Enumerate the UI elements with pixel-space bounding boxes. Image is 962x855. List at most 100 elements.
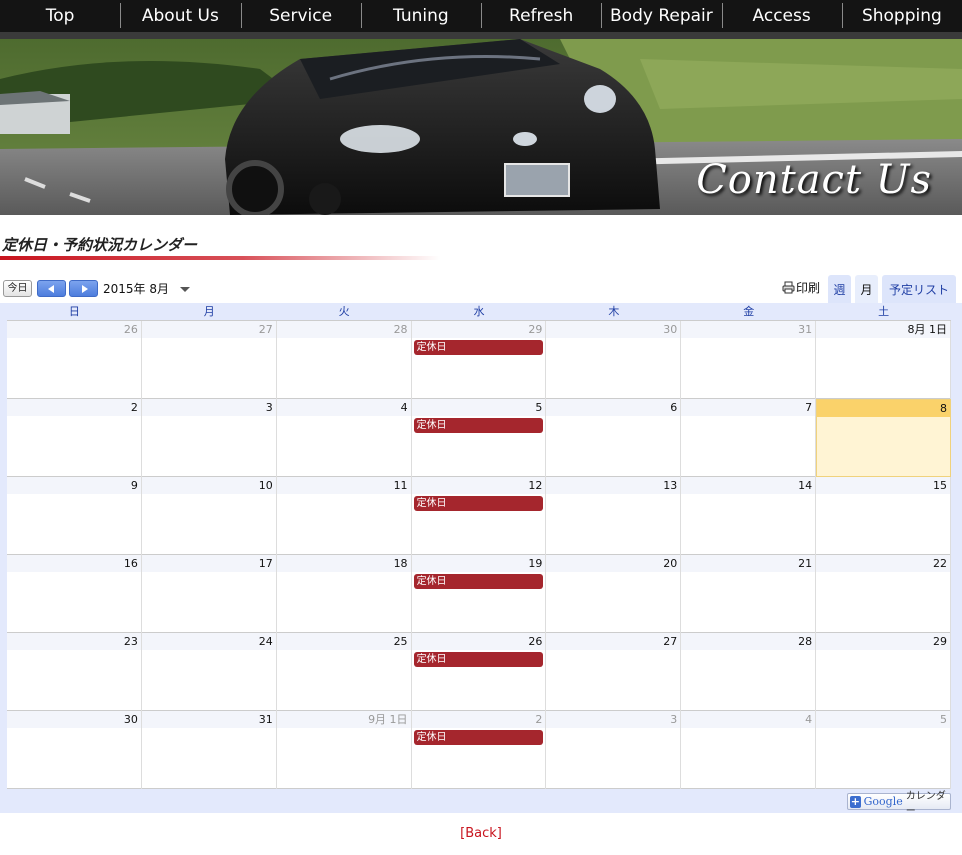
day-number: 9 — [7, 477, 141, 494]
calendar-week-row: 9 10 11 12 定休日 13 14 15 — [7, 477, 951, 555]
calendar-event[interactable]: 定休日 — [413, 418, 544, 433]
tab-agenda[interactable]: 予定リスト — [882, 275, 956, 303]
calendar-day[interactable]: 7 — [681, 399, 817, 477]
calendar-day[interactable]: 30 — [7, 711, 142, 789]
day-number: 29 — [816, 633, 950, 650]
page-title: 定休日・予約状況カレンダー — [2, 236, 198, 254]
calendar-day[interactable]: 20 — [546, 555, 682, 633]
calendar-toolbar: 今日 2015年 8月 印刷 週 月 予定リスト — [0, 275, 962, 303]
weekday-label: 火 — [338, 305, 350, 318]
nav-about-us[interactable]: About Us — [120, 0, 240, 32]
calendar-day[interactable]: 26 — [7, 321, 142, 399]
calendar-week-row: 26 27 28 29 定休日 30 31 8月 1日 — [7, 321, 951, 399]
calendar-day[interactable]: 18 — [276, 555, 412, 633]
calendar-day[interactable]: 15 — [816, 477, 951, 555]
day-number: 31 — [681, 321, 816, 338]
calendar-day[interactable]: 9月 1日 — [276, 711, 412, 789]
tab-week[interactable]: 週 — [828, 275, 851, 303]
calendar-day-today[interactable]: 8 — [816, 399, 951, 477]
day-number: 4 — [276, 399, 411, 416]
day-number: 12 — [411, 477, 546, 494]
calendar-day[interactable]: 2 定休日 — [411, 711, 547, 789]
calendar-day[interactable]: 6 — [546, 399, 682, 477]
month-dropdown-icon[interactable] — [180, 287, 190, 292]
nav-top[interactable]: Top — [0, 0, 120, 32]
day-number: 7 — [681, 399, 816, 416]
current-month-label: 2015年 8月 — [103, 282, 169, 296]
calendar-day[interactable]: 4 — [276, 399, 412, 477]
calendar-day[interactable]: 29 定休日 — [411, 321, 547, 399]
calendar-day[interactable]: 25 — [276, 633, 412, 711]
calendar-day[interactable]: 17 — [141, 555, 277, 633]
calendar-day[interactable]: 28 — [276, 321, 412, 399]
calendar-event[interactable]: 定休日 — [413, 574, 544, 589]
calendar-day[interactable]: 9 — [7, 477, 142, 555]
calendar-day[interactable]: 5 定休日 — [411, 399, 547, 477]
calendar-day[interactable]: 4 — [681, 711, 817, 789]
calendar-day[interactable]: 16 — [7, 555, 142, 633]
calendar-week-row: 2 3 4 5 定休日 6 7 8 — [7, 399, 951, 477]
calendar-event[interactable]: 定休日 — [413, 496, 544, 511]
nav-tuning[interactable]: Tuning — [360, 0, 481, 32]
month-calendar: 日 月 火 水 木 金 土 26 27 28 29 定休日 30 31 8月 1日 2 3 4 5 定休… — [0, 303, 962, 817]
day-number: 30 — [7, 711, 141, 728]
day-number: 4 — [681, 711, 816, 728]
day-number: 9月 1日 — [276, 711, 411, 728]
calendar-day[interactable]: 3 — [546, 711, 682, 789]
day-number: 17 — [141, 555, 276, 572]
nav-shopping[interactable]: Shopping — [841, 0, 962, 32]
nav-access[interactable]: Access — [721, 0, 842, 32]
day-number: 19 — [411, 555, 546, 572]
day-number: 27 — [141, 321, 276, 338]
back-link[interactable]: [Back] — [0, 826, 962, 841]
calendar-day[interactable]: 28 — [681, 633, 817, 711]
calendar-day[interactable]: 31 — [681, 321, 817, 399]
prev-month-button[interactable] — [37, 280, 66, 297]
calendar-day[interactable]: 27 — [546, 633, 682, 711]
calendar-day[interactable]: 23 — [7, 633, 142, 711]
tab-month[interactable]: 月 — [855, 275, 878, 303]
calendar-day[interactable]: 3 — [141, 399, 277, 477]
day-number: 3 — [546, 711, 681, 728]
next-month-button[interactable] — [69, 280, 98, 297]
day-number: 2 — [411, 711, 546, 728]
day-number: 3 — [141, 399, 276, 416]
nav-refresh[interactable]: Refresh — [481, 0, 601, 32]
day-number: 15 — [816, 477, 950, 494]
hero-title: Contact Us — [696, 157, 932, 203]
nav-service[interactable]: Service — [240, 0, 361, 32]
calendar-day[interactable]: 27 — [141, 321, 277, 399]
calendar-day[interactable]: 10 — [141, 477, 277, 555]
calendar-event[interactable]: 定休日 — [413, 730, 544, 745]
calendar-day[interactable]: 2 — [7, 399, 142, 477]
day-number: 21 — [681, 555, 816, 572]
day-number: 18 — [276, 555, 411, 572]
calendar-day[interactable]: 26 定休日 — [411, 633, 547, 711]
calendar-day[interactable]: 14 — [681, 477, 817, 555]
calendar-event[interactable]: 定休日 — [413, 340, 544, 355]
calendar-event[interactable]: 定休日 — [413, 652, 544, 667]
calendar-day[interactable]: 29 — [816, 633, 951, 711]
google-logo: Google — [863, 795, 903, 808]
day-number: 26 — [7, 321, 141, 338]
calendar-day[interactable]: 11 — [276, 477, 412, 555]
google-calendar-badge[interactable]: + Google カレンダー — [847, 791, 951, 817]
day-number: 5 — [816, 711, 950, 728]
calendar-day[interactable]: 8月 1日 — [816, 321, 951, 399]
calendar-day[interactable]: 30 — [546, 321, 682, 399]
calendar-day[interactable]: 19 定休日 — [411, 555, 547, 633]
calendar-day[interactable]: 21 — [681, 555, 817, 633]
nav-body-repair[interactable]: Body Repair — [601, 0, 721, 32]
calendar-day[interactable]: 12 定休日 — [411, 477, 547, 555]
calendar-week-row: 23 24 25 26 定休日 27 28 29 — [7, 633, 951, 711]
today-button[interactable]: 今日 — [3, 280, 32, 297]
print-button[interactable]: 印刷 — [782, 279, 820, 296]
calendar-day[interactable]: 24 — [141, 633, 277, 711]
calendar-day[interactable]: 13 — [546, 477, 682, 555]
day-number: 28 — [276, 321, 411, 338]
day-number: 11 — [276, 477, 411, 494]
day-number: 31 — [141, 711, 276, 728]
calendar-day[interactable]: 5 — [816, 711, 951, 789]
calendar-day[interactable]: 31 — [141, 711, 277, 789]
calendar-day[interactable]: 22 — [816, 555, 951, 633]
